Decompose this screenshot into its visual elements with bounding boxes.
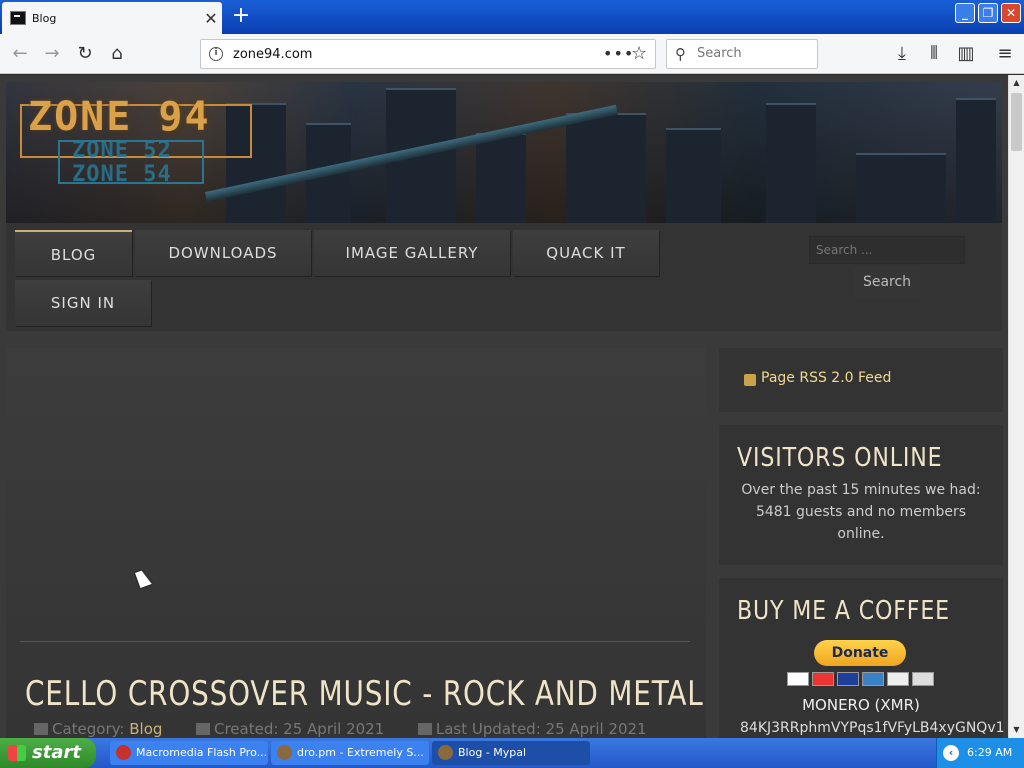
- close-tab-icon[interactable]: ✕: [200, 9, 222, 28]
- browser-tab[interactable]: Blog ✕: [2, 2, 222, 34]
- rss-feed-link[interactable]: Page RSS 2.0 Feed: [761, 370, 891, 386]
- site-search-input[interactable]: [809, 236, 965, 264]
- visitors-heading: VISITORS ONLINE: [737, 443, 943, 473]
- article-title[interactable]: CELLO CROSSOVER MUSIC - ROCK AND METAL: [25, 674, 704, 714]
- menu-item-quack-it[interactable]: QUACK IT: [513, 230, 659, 276]
- site-search-button[interactable]: Search: [854, 267, 920, 297]
- flash-app-icon: [116, 745, 131, 760]
- maximize-button[interactable]: ❐: [978, 3, 998, 23]
- back-arrow-icon[interactable]: ←: [8, 42, 32, 66]
- category-link[interactable]: Blog: [129, 720, 162, 738]
- browser-app-icon: [277, 745, 292, 760]
- address-bar[interactable]: i zone94.com ••• ☆: [200, 39, 656, 69]
- content-divider: [20, 641, 690, 642]
- menu-item-sign-in[interactable]: SIGN IN: [15, 280, 151, 326]
- close-window-button[interactable]: ✕: [1001, 3, 1021, 23]
- minimize-button[interactable]: _: [955, 3, 975, 23]
- updated-date: Last Updated: 25 April 2021: [435, 720, 647, 738]
- taskbar-item-blog[interactable]: Blog - Mypal: [432, 741, 590, 765]
- taskbar-item-label: Blog - Mypal: [458, 746, 527, 759]
- site-logo-sub: ZONE 54: [72, 162, 172, 187]
- browser-toolbar: ← → ↻ ⌂ i zone94.com ••• ☆ ⚲ ⤓ ⫴ ▥ ≡: [0, 34, 1024, 74]
- page-actions-icon[interactable]: •••: [603, 44, 634, 63]
- category-label: Category:: [52, 720, 125, 738]
- coffee-heading: BUY ME A COFFEE: [737, 596, 950, 626]
- browser-app-icon: [438, 745, 453, 760]
- folder-icon: [34, 723, 48, 735]
- taskbar-item-flash[interactable]: Macromedia Flash Pro...: [110, 741, 268, 765]
- menu-item-downloads[interactable]: DOWNLOADS: [135, 230, 311, 276]
- home-icon[interactable]: ⌂: [105, 42, 129, 66]
- taskbar: start Macromedia Flash Pro... dro.pm - E…: [0, 738, 1024, 768]
- info-icon[interactable]: i: [209, 47, 223, 61]
- monero-label: MONERO (XMR): [802, 696, 920, 714]
- browser-search-input[interactable]: [697, 46, 812, 61]
- site-logo-sub: ZONE 52: [72, 138, 172, 163]
- forward-arrow-icon[interactable]: →: [40, 42, 64, 66]
- rss-icon: [744, 374, 756, 386]
- tab-title: Blog: [32, 11, 57, 25]
- menu-item-blog[interactable]: BLOG: [15, 230, 132, 276]
- visitors-online-box: VISITORS ONLINE Over the past 15 minutes…: [719, 425, 1003, 565]
- calendar-icon: [417, 723, 432, 735]
- site-main-menu: BLOG DOWNLOADS IMAGE GALLERY QUACK IT SI…: [6, 223, 1002, 331]
- browser-search-box[interactable]: ⚲: [666, 39, 818, 69]
- scroll-up-icon[interactable]: ▲: [1009, 75, 1024, 91]
- url-text[interactable]: zone94.com: [233, 47, 312, 62]
- donate-button[interactable]: Donate: [814, 640, 906, 666]
- library-icon[interactable]: ⫴: [922, 42, 946, 66]
- new-tab-button[interactable]: +: [228, 4, 254, 30]
- browser-titlebar: Blog ✕ + _ ❐ ✕: [0, 0, 1024, 34]
- search-icon: ⚲: [675, 45, 686, 63]
- site-favicon-icon: [10, 11, 26, 25]
- windows-logo-icon: [8, 745, 26, 761]
- taskbar-item-label: Macromedia Flash Pro...: [136, 746, 268, 759]
- system-tray: ‹ 6:29 AM: [936, 738, 1024, 768]
- taskbar-item-label: dro.pm - Extremely S...: [297, 746, 424, 759]
- created-date: Created: 25 April 2021: [214, 720, 385, 738]
- sidebar-toggle-icon[interactable]: ▥: [954, 42, 978, 66]
- article-meta: Category: Blog Created: 25 April 2021 La…: [34, 720, 647, 738]
- taskbar-item-dro[interactable]: dro.pm - Extremely S...: [271, 741, 429, 765]
- site-header-banner: ZONE 94 ZONE 52 ZONE 54: [6, 82, 1002, 223]
- rss-box: Page RSS 2.0 Feed: [719, 348, 1003, 412]
- visitors-text: Over the past 15 minutes we had: 5481 gu…: [741, 482, 981, 542]
- calendar-icon: [196, 723, 210, 735]
- buy-me-coffee-box: BUY ME A COFFEE Donate MONERO (XMR) 84KJ…: [719, 578, 1005, 738]
- menu-hamburger-icon[interactable]: ≡: [993, 42, 1017, 66]
- menu-item-image-gallery[interactable]: IMAGE GALLERY: [314, 230, 510, 276]
- bookmark-star-icon[interactable]: ☆: [631, 43, 647, 64]
- vertical-scrollbar[interactable]: ▲ ▼: [1008, 75, 1024, 738]
- start-button[interactable]: start: [0, 738, 96, 768]
- clock[interactable]: 6:29 AM: [967, 746, 1012, 759]
- monero-address[interactable]: 84KJ3RRphmVYPqs1fVFyLB4xyGNQv1: [740, 720, 1005, 736]
- tray-arrow-icon[interactable]: ‹: [943, 745, 959, 761]
- scroll-thumb[interactable]: [1011, 93, 1022, 151]
- start-label: start: [32, 742, 81, 763]
- scroll-down-icon[interactable]: ▼: [1009, 722, 1024, 738]
- web-page: ZONE 94 ZONE 52 ZONE 54 BLOG DOWNLOADS I…: [0, 75, 1008, 738]
- payment-cards: [787, 672, 934, 686]
- downloads-icon[interactable]: ⤓: [890, 42, 914, 66]
- reload-icon[interactable]: ↻: [73, 42, 97, 66]
- site-logo[interactable]: ZONE 94: [28, 94, 211, 140]
- main-content: CELLO CROSSOVER MUSIC - ROCK AND METAL C…: [6, 348, 706, 738]
